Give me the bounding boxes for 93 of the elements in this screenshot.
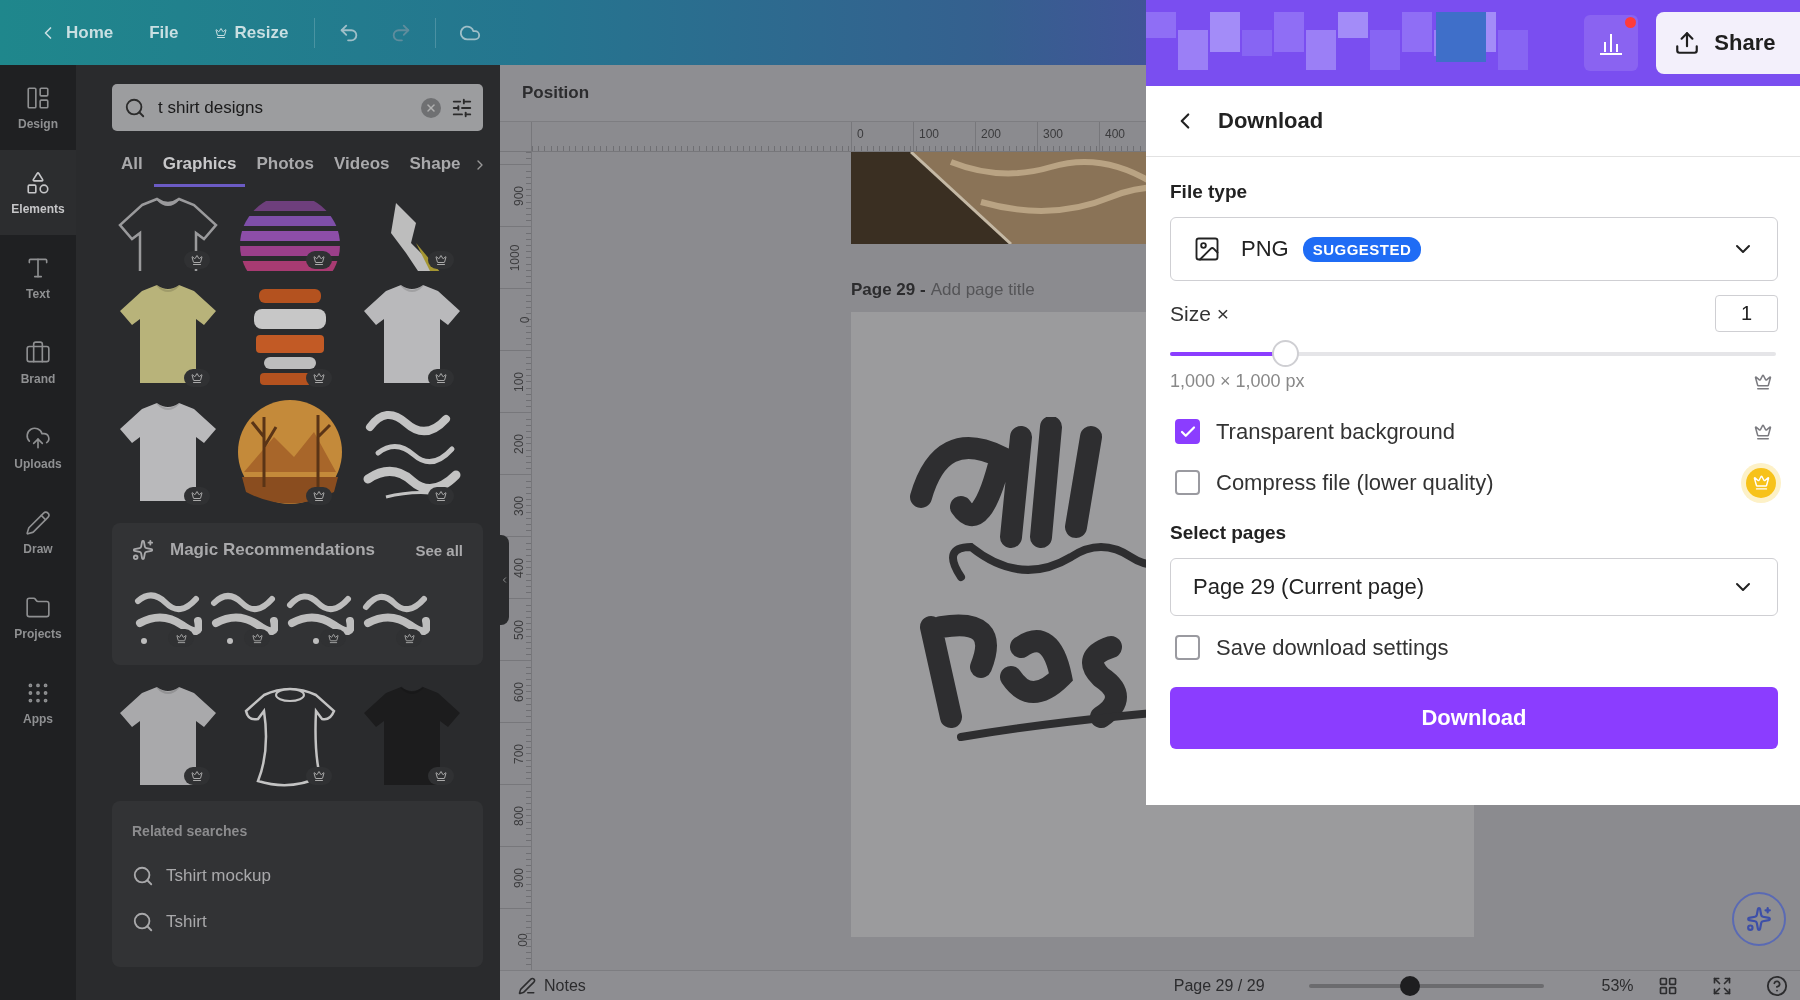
search-icon (132, 865, 154, 887)
search-field[interactable]: t shirt designs (112, 84, 483, 131)
checkbox-label: Save download settings (1216, 634, 1450, 661)
checkbox-label: Transparent background (1216, 418, 1456, 445)
crown-icon (306, 487, 332, 505)
notes-button[interactable]: Notes (518, 976, 586, 995)
field-label: File type (1170, 181, 1249, 203)
crown-icon (306, 369, 332, 387)
chart-icon[interactable] (1584, 15, 1639, 71)
crown-icon (428, 251, 454, 269)
search-input[interactable]: t shirt designs (156, 96, 411, 119)
ruler-label: 500 (512, 619, 526, 640)
ruler-label: 800 (512, 805, 526, 826)
rail-item[interactable]: Uploads (0, 405, 76, 490)
ruler-label: 200 (975, 122, 1037, 151)
search-icon (132, 911, 154, 933)
crown-icon (428, 487, 454, 505)
category-tab[interactable]: Shape (400, 148, 470, 187)
ruler-label: 200 (512, 433, 526, 454)
category-tab[interactable]: Videos (325, 148, 399, 187)
layout-icon (25, 84, 51, 111)
ruler-label: 0 (518, 316, 533, 323)
zoom-slider[interactable] (1308, 975, 1544, 996)
checkbox[interactable] (1175, 470, 1200, 495)
ruler-label: 700 (512, 743, 526, 764)
crown-icon (184, 369, 210, 387)
sparkle-icon (132, 539, 154, 561)
checkbox[interactable] (1175, 635, 1200, 660)
crown-icon (214, 26, 227, 39)
search-icon (124, 96, 146, 119)
share-button[interactable]: Share (1656, 12, 1800, 74)
rail-item[interactable]: Brand (0, 320, 76, 405)
page-counter: Page 29 / 29 (1173, 976, 1265, 995)
collapse-handle[interactable] (500, 535, 509, 625)
crown-icon (184, 487, 210, 505)
related-search-item[interactable]: Tshirt (132, 899, 207, 945)
nav-button[interactable]: File (133, 14, 195, 51)
rail-item[interactable]: Draw (0, 490, 76, 575)
ruler-label: 1000 (508, 244, 523, 271)
crown-icon (306, 767, 332, 785)
slider-thumb[interactable] (1272, 340, 1300, 367)
pencil-icon (25, 509, 51, 536)
dimensions-text: 1,000 × 1,000 px (1170, 371, 1305, 392)
checkbox[interactable] (1175, 419, 1200, 444)
cloud-upload-icon (25, 424, 51, 451)
field-label: Select pages (1170, 522, 1288, 544)
ruler-label: 0 (851, 122, 913, 151)
related-search-item[interactable]: Tshirt mockup (132, 853, 271, 899)
rail-item[interactable]: Text (0, 235, 76, 320)
see-all-link[interactable]: See all (415, 541, 463, 559)
nav-button[interactable]: Home (22, 14, 130, 51)
category-tab[interactable]: Photos (247, 148, 324, 187)
field-label: Size × (1170, 301, 1229, 326)
ruler-label: 00 (515, 932, 530, 947)
shapes-icon (25, 169, 51, 196)
ruler-label: 100 (512, 371, 526, 392)
crown-icon (428, 767, 454, 785)
pen-icon (518, 976, 536, 995)
rail-item[interactable]: Elements (0, 150, 76, 235)
panel-title: Download (1218, 108, 1324, 134)
size-slider[interactable] (1170, 340, 1776, 367)
crown-icon (428, 369, 454, 387)
ruler-label: 600 (512, 681, 526, 702)
position-button[interactable]: Position (522, 83, 590, 103)
ruler-label: 900 (512, 867, 526, 888)
zoom-thumb[interactable] (1399, 975, 1420, 996)
page-title: Page 29 - (851, 280, 926, 300)
ruler-label: 300 (1037, 122, 1099, 151)
ruler-label: 100 (913, 122, 975, 151)
nav-button[interactable]: Resize (198, 14, 305, 51)
size-input[interactable]: 1 (1715, 295, 1778, 332)
crown-icon (184, 251, 210, 269)
crown-icon (184, 767, 210, 785)
checkbox-label: Compress file (lower quality) (1216, 469, 1495, 496)
ruler-label: 300 (512, 495, 526, 516)
pages-dropdown[interactable]: Page 29 (Current page) (1170, 558, 1778, 616)
rail-item[interactable]: Apps (0, 660, 76, 745)
crown-icon (306, 251, 332, 269)
upload-icon (1674, 30, 1701, 56)
file-type-dropdown[interactable]: PNG SUGGESTED (1170, 217, 1778, 281)
rail-item[interactable]: Design (0, 65, 76, 150)
section-title: Magic Recommendations (170, 540, 376, 560)
ruler-label: 400 (512, 557, 526, 578)
section-title: Related searches (132, 823, 249, 839)
clear-icon[interactable] (421, 97, 441, 118)
ruler-label: 900 (512, 185, 526, 206)
zoom-percent[interactable]: 53% (1601, 976, 1634, 995)
category-tab[interactable]: All (112, 148, 152, 187)
category-tab[interactable]: Graphics (153, 148, 246, 187)
image-icon (1193, 235, 1221, 263)
filter-icon[interactable] (451, 96, 473, 119)
rail-item[interactable]: Projects (0, 575, 76, 660)
download-button[interactable]: Download (1170, 687, 1778, 749)
